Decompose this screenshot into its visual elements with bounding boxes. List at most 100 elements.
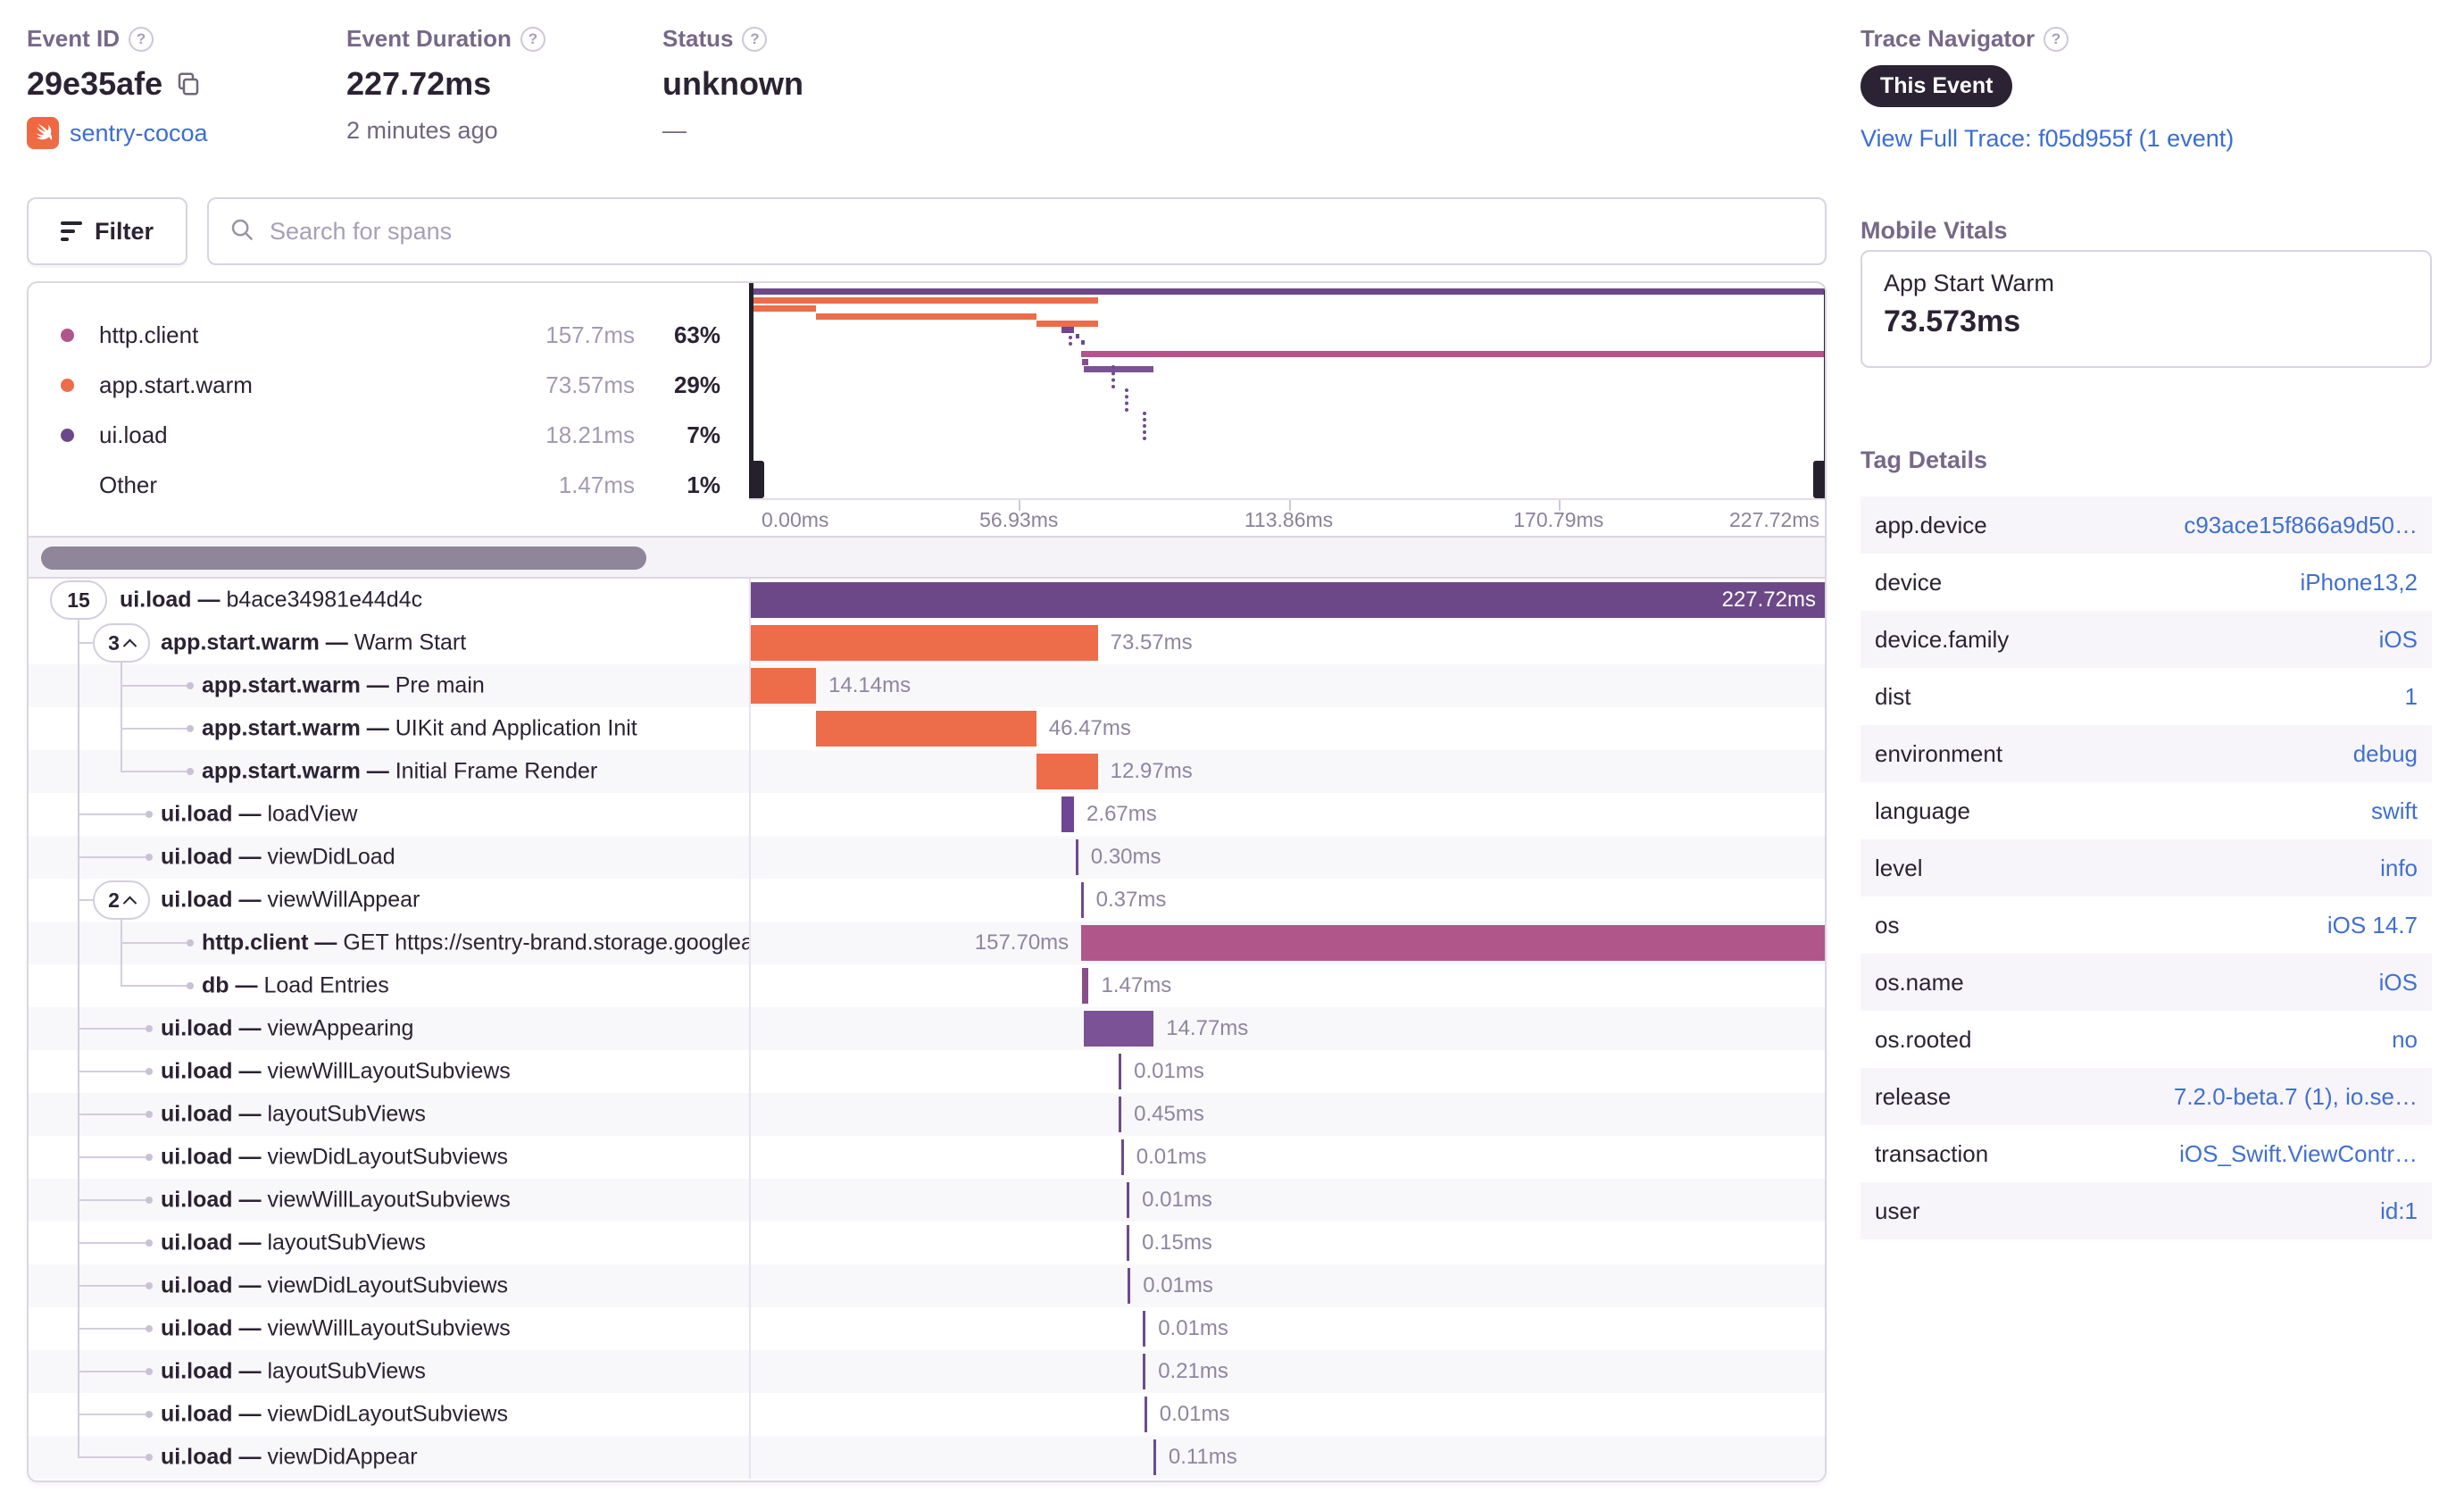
span-duration-bar[interactable] xyxy=(749,582,1825,618)
tag-value-link[interactable]: id:1 xyxy=(2380,1197,2418,1225)
span-children-badge[interactable]: 15 xyxy=(50,580,107,620)
tag-value-link[interactable]: swift xyxy=(2371,797,2418,825)
span-duration-label: 12.97ms xyxy=(1110,759,1193,783)
span-duration-bar[interactable] xyxy=(1120,1139,1124,1175)
span-bar-cell: 0.30ms xyxy=(749,836,1825,879)
span-row[interactable]: ui.load — viewDidLoad 0.30ms xyxy=(29,836,1825,879)
tag-value-link[interactable]: iOS xyxy=(2379,969,2418,997)
help-icon[interactable]: ? xyxy=(129,26,154,52)
help-icon[interactable]: ? xyxy=(520,26,545,52)
span-row[interactable]: ui.load — viewDidLayoutSubviews 0.01ms xyxy=(29,1264,1825,1307)
minimap-left-drag-handle[interactable] xyxy=(749,461,764,498)
tree-connector xyxy=(78,1371,148,1372)
tag-value-link[interactable]: info xyxy=(2380,855,2418,882)
span-row[interactable]: ui.load — viewWillLayoutSubviews 0.01ms xyxy=(29,1179,1825,1222)
span-row[interactable]: ui.load — loadView 2.67ms xyxy=(29,793,1825,836)
minimap-right-drag-handle[interactable] xyxy=(1813,461,1825,498)
span-duration-bar[interactable] xyxy=(816,711,1036,746)
span-row[interactable]: ui.load — viewAppearing 14.77ms xyxy=(29,1007,1825,1050)
legend-row-app.start.warm[interactable]: app.start.warm 73.57ms 29% xyxy=(61,367,720,403)
span-row[interactable]: db — Load Entries 1.47ms xyxy=(29,964,1825,1007)
mobile-vitals-card[interactable]: App Start Warm 73.573ms xyxy=(1860,250,2432,368)
span-duration-bar[interactable] xyxy=(1127,1182,1130,1218)
span-duration-bar[interactable] xyxy=(1144,1397,1147,1432)
tag-details-list: app.device c93ace15f866a9d50… device iPhone… xyxy=(1860,496,2432,1239)
tag-row-release: release 7.2.0-beta.7 (1), io.se… xyxy=(1860,1068,2432,1125)
span-row[interactable]: ui.load — viewWillLayoutSubviews 0.01ms xyxy=(29,1050,1825,1093)
span-duration-bar[interactable] xyxy=(1143,1354,1146,1389)
help-icon[interactable]: ? xyxy=(742,26,768,52)
copy-icon[interactable] xyxy=(175,71,202,97)
tag-value-link[interactable]: iOS_Swift.ViewContr… xyxy=(2179,1140,2418,1168)
span-duration-bar[interactable] xyxy=(1075,839,1078,875)
tag-value-link[interactable]: iOS xyxy=(2379,626,2418,654)
tag-value-link[interactable]: iOS 14.7 xyxy=(2327,912,2418,939)
minimap-span-bar xyxy=(749,288,1825,295)
span-duration-bar[interactable] xyxy=(1119,1097,1122,1132)
span-row[interactable]: ui.load — viewWillLayoutSubviews 0.01ms xyxy=(29,1307,1825,1350)
trace-minimap[interactable] xyxy=(749,283,1825,498)
span-tree-cell: db — Load Entries xyxy=(29,964,749,1007)
span-children-badge[interactable]: 3 xyxy=(93,623,150,663)
tree-scrollbar-thumb[interactable] xyxy=(41,546,646,570)
span-description: Warm Start xyxy=(354,630,467,655)
tag-value-link[interactable]: iPhone13,2 xyxy=(2300,569,2418,596)
span-row[interactable]: app.start.warm — Pre main 14.14ms xyxy=(29,664,1825,707)
span-duration-bar[interactable] xyxy=(1081,925,1825,961)
span-duration-bar[interactable] xyxy=(749,668,817,704)
tree-node-dot xyxy=(187,682,194,689)
search-icon xyxy=(229,216,255,247)
span-row[interactable]: 15 ui.load — b4ace34981e44d4c 227.72ms xyxy=(29,579,1825,621)
span-row[interactable]: ui.load — layoutSubViews 0.21ms xyxy=(29,1350,1825,1393)
span-duration-bar[interactable] xyxy=(1036,754,1098,789)
span-bar-cell: 0.01ms xyxy=(749,1050,1825,1093)
tag-value-link[interactable]: 1 xyxy=(2405,683,2418,711)
legend-row-ui.load[interactable]: ui.load 18.21ms 7% xyxy=(61,417,720,453)
tag-key: environment xyxy=(1875,739,2003,767)
span-row[interactable]: http.client — GET https://sentry-brand.s… xyxy=(29,922,1825,964)
tag-value-link[interactable]: c93ace15f866a9d50… xyxy=(2184,512,2418,539)
tag-value-link[interactable]: debug xyxy=(2353,740,2418,768)
span-duration-bar[interactable] xyxy=(1153,1439,1156,1475)
filter-button[interactable]: Filter xyxy=(27,197,187,265)
span-duration-bar[interactable] xyxy=(1080,882,1084,918)
span-bar-cell: 0.01ms xyxy=(749,1179,1825,1222)
span-duration-label: 0.30ms xyxy=(1090,845,1161,869)
legend-row-http.client[interactable]: http.client 157.7ms 63% xyxy=(61,317,720,353)
tree-node-dot xyxy=(146,1325,153,1332)
help-icon[interactable]: ? xyxy=(2044,26,2069,52)
span-duration-bar[interactable] xyxy=(1119,1054,1122,1089)
span-bar-cell: 0.45ms xyxy=(749,1093,1825,1136)
tree-node-dot xyxy=(146,1454,153,1461)
span-duration-bar[interactable] xyxy=(1061,797,1075,832)
span-row[interactable]: ui.load — layoutSubViews 0.15ms xyxy=(29,1222,1825,1264)
event-duration-label-text: Event Duration xyxy=(346,25,512,52)
span-duration-bar[interactable] xyxy=(749,625,1098,661)
span-title: http.client — GET https://sentry-brand.s… xyxy=(202,930,749,956)
legend-row-Other[interactable]: Other 1.47ms 1% xyxy=(61,467,720,503)
span-row[interactable]: ui.load — viewDidAppear 0.11ms xyxy=(29,1436,1825,1479)
span-duration-bar[interactable] xyxy=(1127,1225,1130,1261)
search-input[interactable] xyxy=(270,217,1805,246)
span-duration-bar[interactable] xyxy=(1083,1011,1154,1047)
span-row[interactable]: app.start.warm — UIKit and Application I… xyxy=(29,707,1825,750)
span-row[interactable]: app.start.warm — Initial Frame Render 12.… xyxy=(29,750,1825,793)
tag-value-link[interactable]: 7.2.0-beta.7 (1), io.se… xyxy=(2174,1083,2418,1111)
span-duration-bar[interactable] xyxy=(1128,1268,1131,1304)
span-tree-cell: http.client — GET https://sentry-brand.s… xyxy=(29,922,749,964)
tag-value-link[interactable]: no xyxy=(2392,1026,2418,1054)
span-row[interactable]: ui.load — viewDidLayoutSubviews 0.01ms xyxy=(29,1393,1825,1436)
span-children-badge[interactable]: 2 xyxy=(93,880,150,920)
span-duration-bar[interactable] xyxy=(1143,1311,1146,1347)
span-op: ui.load — xyxy=(161,1144,268,1170)
view-full-trace-link[interactable]: View Full Trace: f05d955f (1 event) xyxy=(1860,125,2234,152)
span-duration-bar[interactable] xyxy=(1081,968,1089,1004)
project-link[interactable]: sentry-cocoa xyxy=(70,120,208,147)
span-row[interactable]: 3 app.start.warm — Warm Start 73.57ms xyxy=(29,621,1825,664)
span-row[interactable]: ui.load — layoutSubViews 0.45ms xyxy=(29,1093,1825,1136)
span-row[interactable]: 2 ui.load — viewWillAppear 0.37ms xyxy=(29,879,1825,922)
tree-chart-divider[interactable] xyxy=(749,579,751,1479)
span-row[interactable]: ui.load — viewDidLayoutSubviews 0.01ms xyxy=(29,1136,1825,1179)
span-description: viewDidLayoutSubviews xyxy=(267,1144,509,1170)
span-bar-cell: 0.01ms xyxy=(749,1307,1825,1350)
